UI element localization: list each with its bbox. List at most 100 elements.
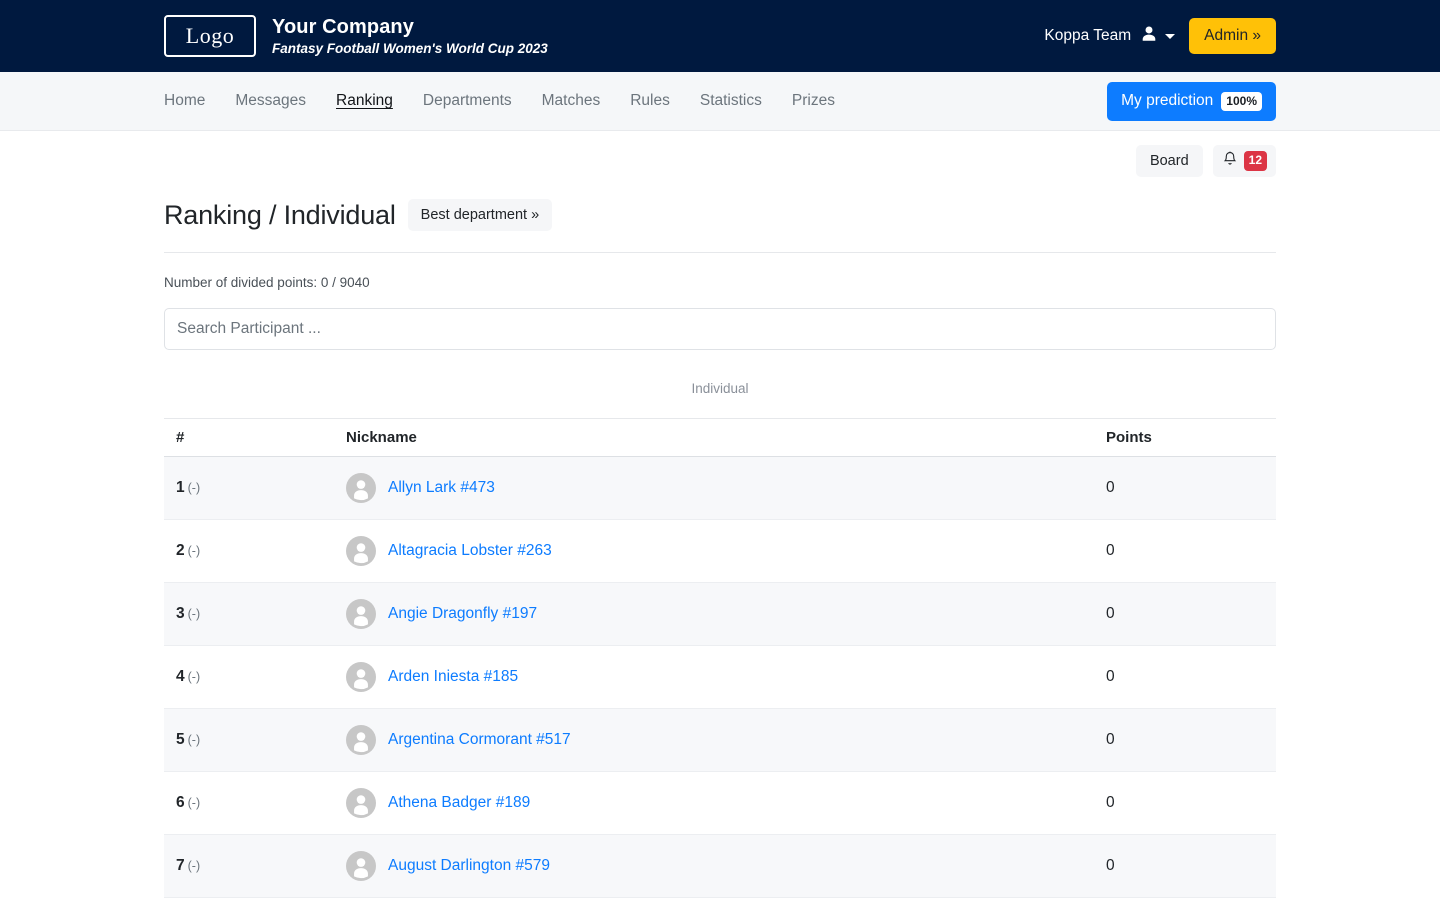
my-prediction-label: My prediction	[1121, 92, 1213, 110]
my-prediction-button[interactable]: My prediction 100%	[1107, 82, 1276, 121]
nav-item-home[interactable]: Home	[164, 92, 205, 110]
section-label: Individual	[164, 381, 1276, 396]
nickname-cell: Altagracia Lobster #263	[334, 520, 1094, 583]
table-row[interactable]: 6(-) Athena Badger #189 0	[164, 772, 1276, 835]
user-menu[interactable]: Koppa Team	[1044, 25, 1175, 48]
participant-link[interactable]: Angie Dragonfly #197	[388, 605, 537, 623]
participant-link[interactable]: Altagracia Lobster #263	[388, 542, 552, 560]
points-cell: 0	[1094, 772, 1276, 835]
best-department-button[interactable]: Best department »	[408, 199, 553, 231]
column-header-rank: #	[164, 419, 334, 457]
column-header-points: Points	[1094, 419, 1276, 457]
search-input[interactable]	[164, 308, 1276, 350]
rank-number: 6	[176, 794, 185, 811]
avatar-icon	[346, 725, 376, 755]
nickname-cell: Athena Badger #189	[334, 772, 1094, 835]
nickname-cell: Allyn Lark #473	[334, 457, 1094, 520]
rank-cell: 5(-)	[164, 709, 334, 772]
rank-number: 7	[176, 857, 185, 874]
rank-cell: 6(-)	[164, 772, 334, 835]
avatar-icon	[346, 599, 376, 629]
rank-delta: (-)	[188, 481, 201, 495]
column-header-nickname: Nickname	[334, 419, 1094, 457]
rank-number: 1	[176, 479, 185, 496]
table-header-row: # Nickname Points	[164, 419, 1276, 457]
divided-points-text: Number of divided points: 0 / 9040	[164, 275, 1276, 290]
points-cell: 0	[1094, 835, 1276, 898]
nickname-cell: Angie Dragonfly #197	[334, 583, 1094, 646]
main-navbar: Home Messages Ranking Departments Matche…	[0, 72, 1440, 131]
table-row[interactable]: 4(-) Arden Iniesta #185 0	[164, 646, 1276, 709]
company-name: Your Company	[272, 16, 548, 39]
user-name: Koppa Team	[1044, 27, 1131, 45]
avatar-icon	[346, 473, 376, 503]
logo-box: Logo	[164, 15, 256, 57]
rank-number: 4	[176, 668, 185, 685]
nickname-cell: August Darlington #579	[334, 835, 1094, 898]
nav-item-ranking[interactable]: Ranking	[336, 92, 393, 110]
board-button[interactable]: Board	[1136, 145, 1203, 177]
points-cell: 0	[1094, 457, 1276, 520]
participant-link[interactable]: August Darlington #579	[388, 857, 550, 875]
participant-link[interactable]: Allyn Lark #473	[388, 479, 495, 497]
table-head: # Nickname Points	[164, 419, 1276, 457]
admin-button[interactable]: Admin »	[1189, 18, 1276, 54]
table-row[interactable]: 5(-) Argentina Cormorant #517 0	[164, 709, 1276, 772]
nav-item-matches[interactable]: Matches	[542, 92, 601, 110]
points-cell: 0	[1094, 646, 1276, 709]
avatar-icon	[346, 788, 376, 818]
chevron-down-icon	[1165, 34, 1175, 39]
table-row[interactable]: 1(-) Allyn Lark #473 0	[164, 457, 1276, 520]
company-tagline: Fantasy Football Women's World Cup 2023	[272, 41, 548, 57]
rank-delta: (-)	[188, 796, 201, 810]
table-row[interactable]: 2(-) Altagracia Lobster #263 0	[164, 520, 1276, 583]
brand[interactable]: Logo Your Company Fantasy Football Women…	[164, 15, 548, 57]
rank-delta: (-)	[188, 733, 201, 747]
points-cell: 0	[1094, 709, 1276, 772]
rank-cell: 1(-)	[164, 457, 334, 520]
ranking-table: # Nickname Points 1(-)Allyn Lark #47302(…	[164, 418, 1276, 900]
rank-number: 3	[176, 605, 185, 622]
page-content: Ranking / Individual Best department » N…	[0, 199, 1440, 900]
participant-link[interactable]: Argentina Cormorant #517	[388, 731, 571, 749]
notifications-button[interactable]: 12	[1213, 145, 1276, 177]
header-actions: Koppa Team Admin »	[1044, 18, 1276, 54]
avatar-icon	[346, 851, 376, 881]
title-divider	[164, 252, 1276, 253]
table-row[interactable]: 3(-) Angie Dragonfly #197 0	[164, 583, 1276, 646]
page-title: Ranking / Individual	[164, 200, 396, 231]
avatar-icon	[346, 662, 376, 692]
rank-cell: 2(-)	[164, 520, 334, 583]
title-row: Ranking / Individual Best department »	[164, 199, 1276, 231]
avatar-icon	[346, 536, 376, 566]
nav-item-prizes[interactable]: Prizes	[792, 92, 835, 110]
rank-cell: 3(-)	[164, 583, 334, 646]
points-cell: 0	[1094, 583, 1276, 646]
rank-cell: 7(-)	[164, 835, 334, 898]
points-cell: 0	[1094, 520, 1276, 583]
my-prediction-badge: 100%	[1221, 92, 1262, 111]
table-row[interactable]: 7(-) August Darlington #579 0	[164, 835, 1276, 898]
table-body: 1(-)Allyn Lark #47302(-)Altagracia Lobst…	[164, 457, 1276, 900]
participant-link[interactable]: Arden Iniesta #185	[388, 668, 518, 686]
nav-item-messages[interactable]: Messages	[235, 92, 306, 110]
bell-icon	[1222, 151, 1238, 171]
rank-delta: (-)	[188, 544, 201, 558]
rank-number: 2	[176, 542, 185, 559]
rank-number: 5	[176, 731, 185, 748]
rank-cell: 4(-)	[164, 646, 334, 709]
nickname-cell: Arden Iniesta #185	[334, 646, 1094, 709]
rank-delta: (-)	[188, 670, 201, 684]
nav-item-departments[interactable]: Departments	[423, 92, 512, 110]
sub-action-row: Board 12	[0, 131, 1440, 177]
top-header: Logo Your Company Fantasy Football Women…	[0, 0, 1440, 72]
rank-delta: (-)	[188, 607, 201, 621]
participant-link[interactable]: Athena Badger #189	[388, 794, 530, 812]
nav-item-statistics[interactable]: Statistics	[700, 92, 762, 110]
nav-item-rules[interactable]: Rules	[630, 92, 670, 110]
rank-delta: (-)	[188, 859, 201, 873]
person-icon	[1140, 25, 1158, 48]
brand-text: Your Company Fantasy Football Women's Wo…	[272, 16, 548, 57]
notification-count-badge: 12	[1244, 151, 1267, 171]
nickname-cell: Argentina Cormorant #517	[334, 709, 1094, 772]
